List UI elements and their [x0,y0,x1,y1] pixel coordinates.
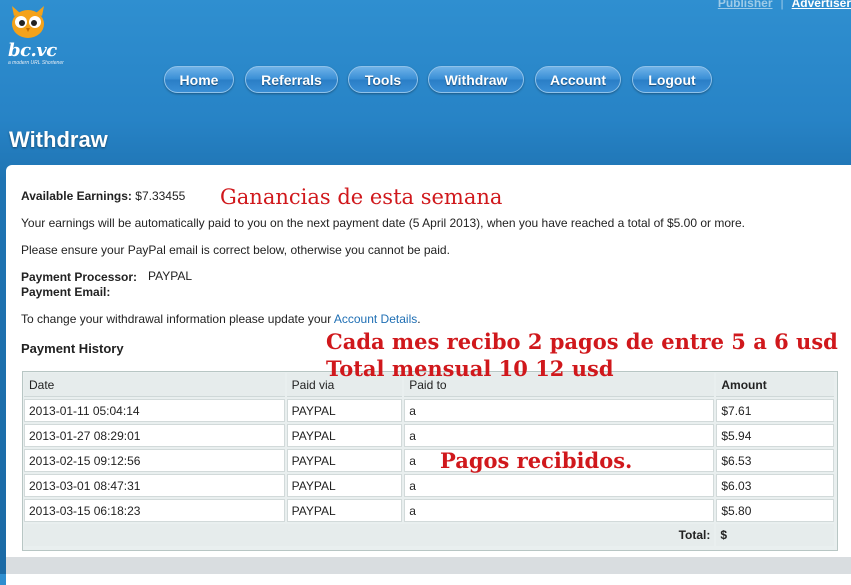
payment-history-title: Payment History [21,341,124,356]
nav-withdraw-button[interactable]: Withdraw [428,66,524,93]
change-info-text: To change your withdrawal information pl… [21,312,332,326]
cell-to: a [404,474,715,497]
auto-paid-text: Your earnings will be automatically paid… [21,216,746,230]
col-date: Date [24,373,285,397]
top-links: Publisher | Advertiser [718,0,851,10]
annotation-monthly-total: Total mensual 10 12 usd [326,356,614,381]
change-info-period: . [417,312,421,326]
table-row: 2013-01-27 08:29:01 PAYPAL a $5.94 [24,424,834,447]
paypal-notice: Please ensure your PayPal email is corre… [21,243,450,257]
cell-amount: $6.53 [716,449,834,472]
cell-via: PAYPAL [286,499,403,522]
table-total-row: Total: $ [24,524,834,546]
payment-history-table: Date Paid via Paid to Amount 2013-01-11 … [22,371,838,551]
cell-via: PAYPAL [286,474,403,497]
nav-account-button[interactable]: Account [535,66,621,93]
total-value: $ [716,524,834,546]
cell-date: 2013-02-15 09:12:56 [24,449,285,472]
cell-date: 2013-03-01 08:47:31 [24,474,285,497]
cell-amount: $7.61 [716,399,834,422]
payment-processor-label: Payment Processor: [21,270,138,284]
page-title: Withdraw [9,127,108,152]
payment-email-label: Payment Email: [21,285,111,299]
nav-home-button[interactable]: Home [164,66,234,93]
publisher-link[interactable]: Publisher [718,0,773,10]
nav-referrals-button[interactable]: Referrals [245,66,338,93]
total-label: Total: [24,524,715,546]
cell-to: a [404,499,715,522]
cell-date: 2013-03-15 06:18:23 [24,499,285,522]
annotation-weekly: Ganancias de esta semana [220,185,503,209]
table-row: 2013-03-15 06:18:23 PAYPAL a $5.80 [24,499,834,522]
main-nav: Home Referrals Tools Withdraw Account Lo… [0,66,851,96]
cell-to: a [404,399,715,422]
change-info-row: To change your withdrawal information pl… [21,312,421,326]
logo[interactable]: bc.vc a modern URL Shortener [4,4,74,66]
account-details-link[interactable]: Account Details [334,312,417,326]
cell-via: PAYPAL [286,449,403,472]
owl-mascot-icon [12,6,44,38]
advertiser-link[interactable]: Advertiser [792,0,851,10]
col-amount: Amount [716,373,834,397]
payment-processor-value: PAYPAL [148,269,193,283]
nav-logout-button[interactable]: Logout [632,66,712,93]
table-row: 2013-01-11 05:04:14 PAYPAL a $7.61 [24,399,834,422]
available-earnings-value: $7.33455 [135,189,186,203]
available-earnings-row: Available Earnings: $7.33455 [21,189,185,203]
cell-date: 2013-01-11 05:04:14 [24,399,285,422]
cell-amount: $5.94 [716,424,834,447]
table-row: 2013-02-15 09:12:56 PAYPAL a $6.53 [24,449,834,472]
cell-via: PAYPAL [286,424,403,447]
top-link-separator: | [780,0,784,10]
available-earnings-label: Available Earnings: [21,189,132,203]
bottom-strip [6,557,851,574]
nav-tools-button[interactable]: Tools [348,66,418,93]
logo-wordmark: bc.vc [8,40,57,61]
annotation-payments-received: Pagos recibidos. [440,448,633,473]
cell-amount: $6.03 [716,474,834,497]
table-row: 2013-03-01 08:47:31 PAYPAL a $6.03 [24,474,834,497]
cell-amount: $5.80 [716,499,834,522]
cell-date: 2013-01-27 08:29:01 [24,424,285,447]
annotation-monthly-payments: Cada mes recibo 2 pagos de entre 5 a 6 u… [326,329,838,354]
cell-to: a [404,424,715,447]
cell-via: PAYPAL [286,399,403,422]
